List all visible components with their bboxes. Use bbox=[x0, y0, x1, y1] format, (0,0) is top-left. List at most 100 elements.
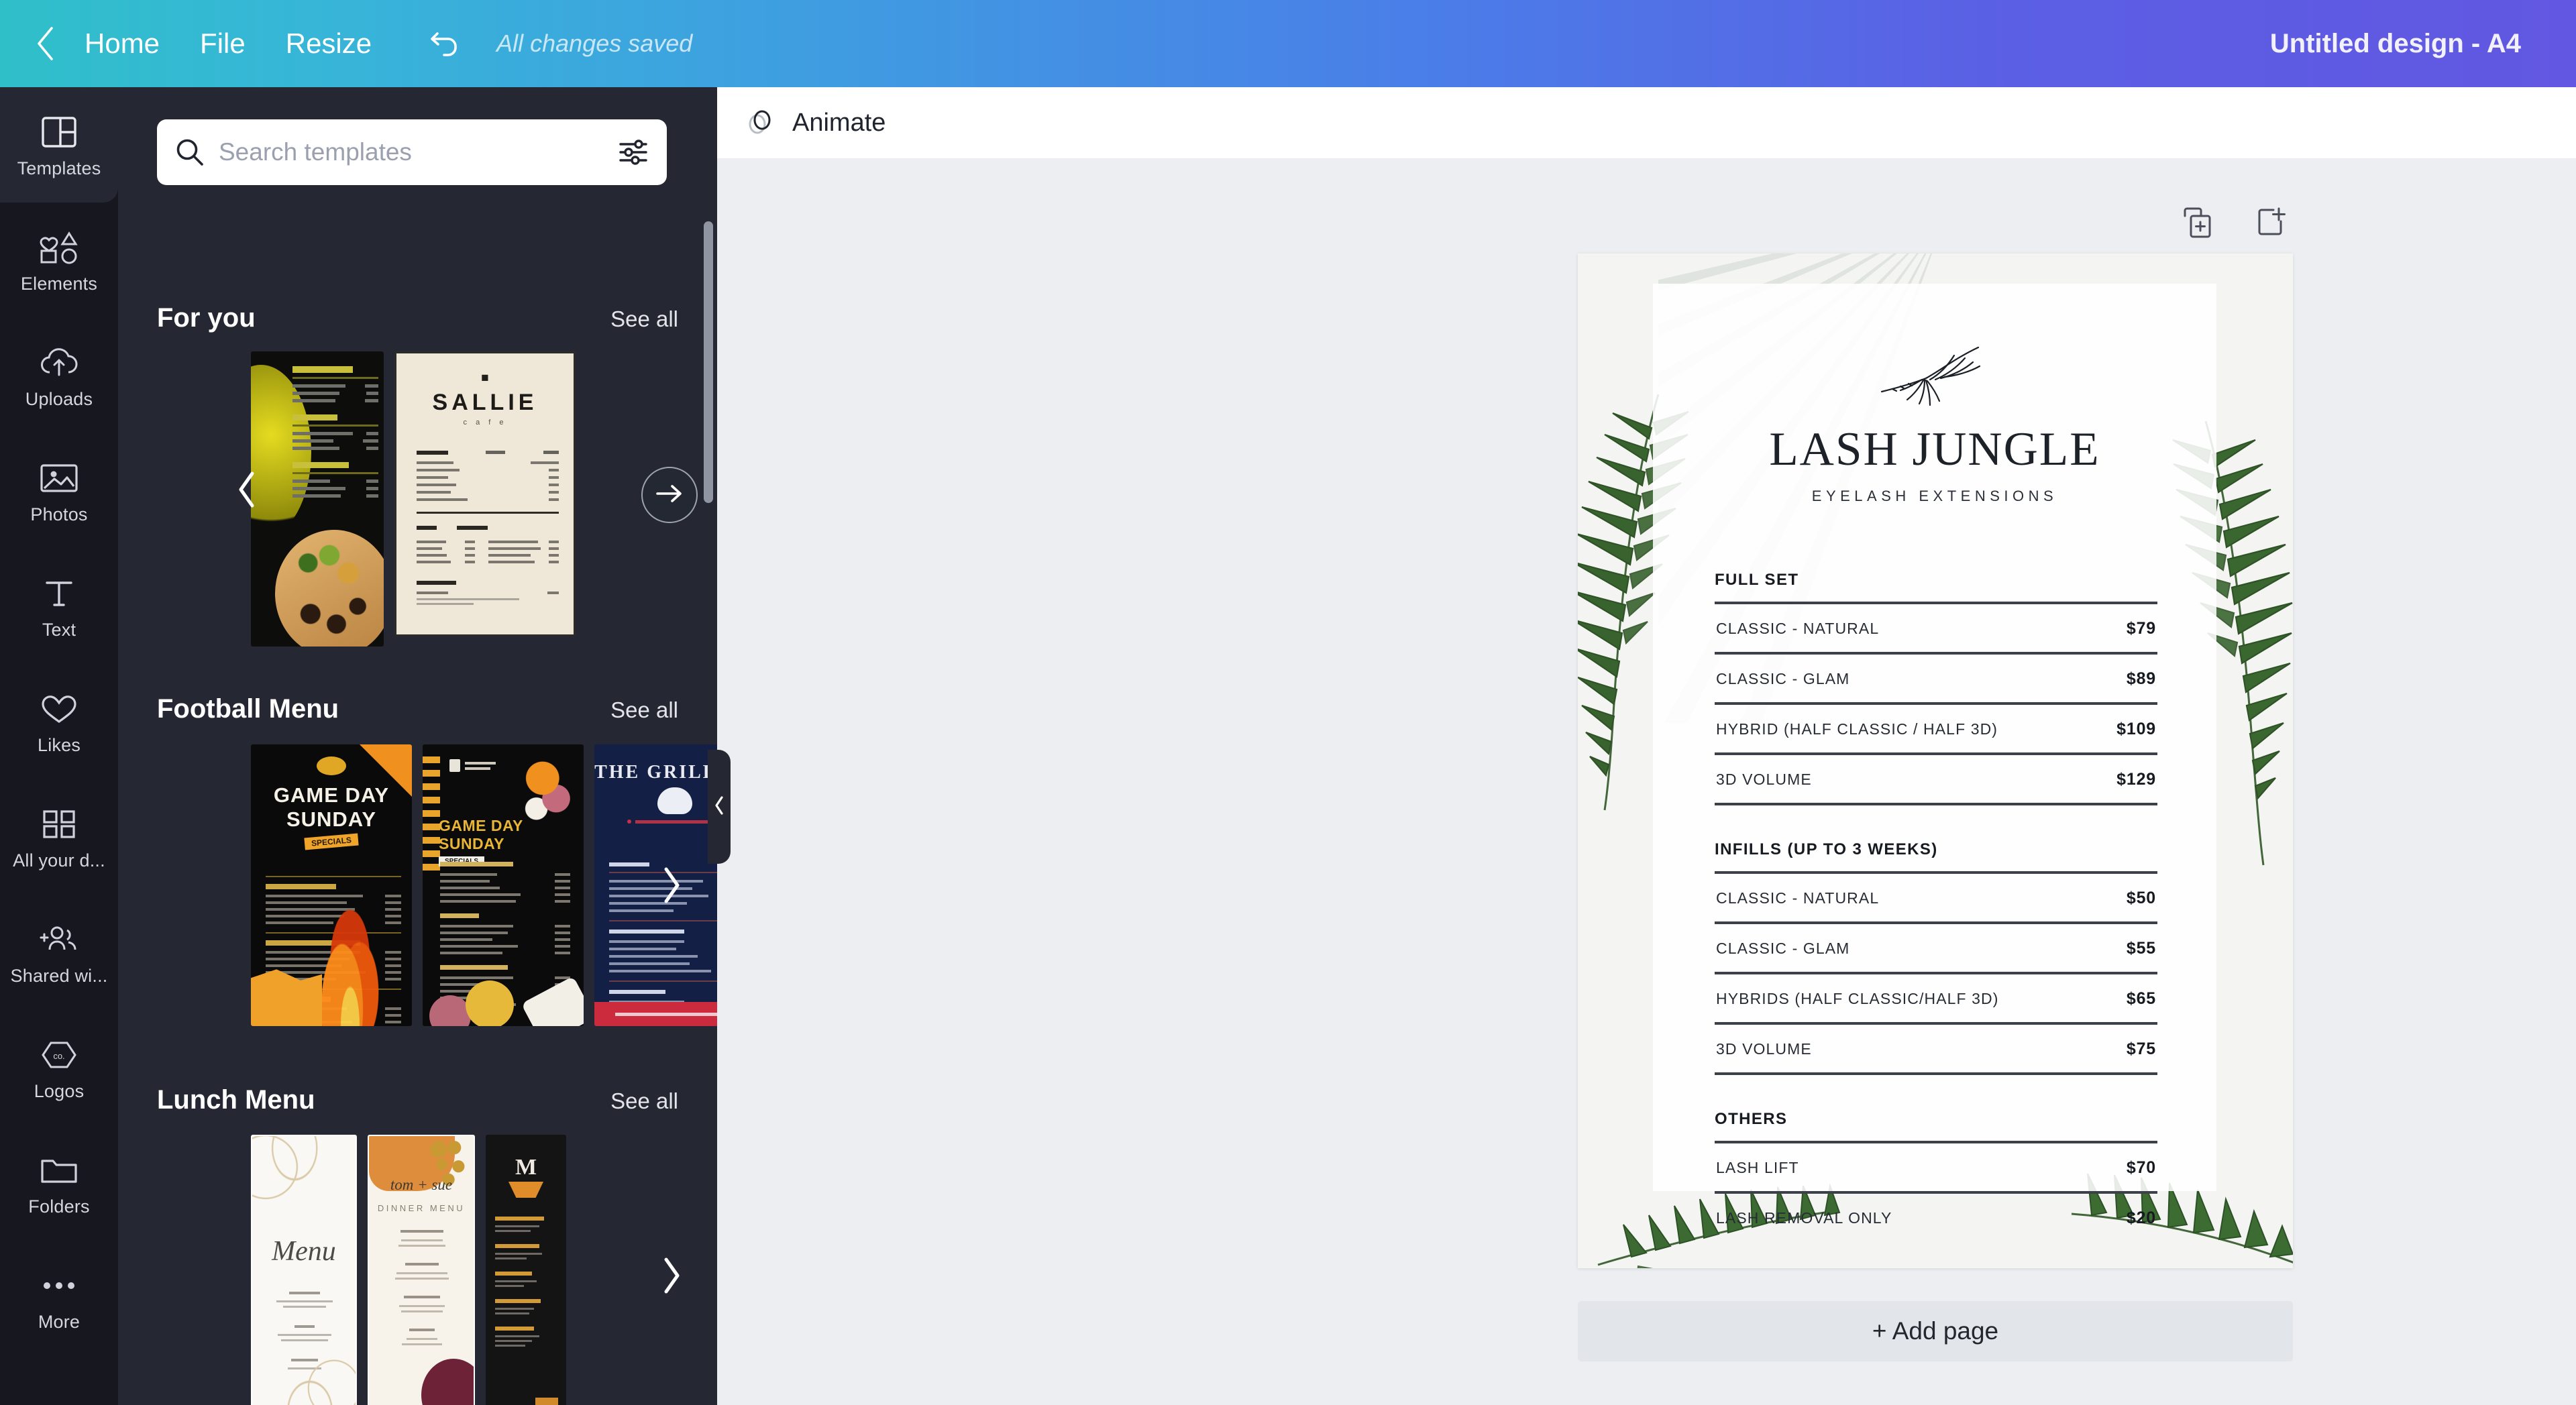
section-header-for-you: For you See all bbox=[118, 303, 717, 333]
sidebar-item-label: Uploads bbox=[25, 388, 93, 409]
price-row: LASH REMOVAL ONLY $20 bbox=[1715, 1194, 2157, 1241]
back-button[interactable] bbox=[25, 26, 64, 61]
editor-toolbar: Animate bbox=[717, 87, 2576, 158]
sidebar-item-elements[interactable]: Elements bbox=[0, 203, 118, 318]
price-row: CLASSIC - GLAM $89 bbox=[1715, 655, 2157, 702]
sidebar-item-label: Logos bbox=[34, 1080, 85, 1101]
duplicate-page-icon bbox=[2180, 205, 2214, 243]
animate-icon bbox=[745, 105, 777, 141]
template-thumbnail[interactable]: GAME DAY SUNDAY SPECIALS bbox=[251, 744, 412, 1026]
price-item-price: $55 bbox=[2126, 939, 2156, 958]
chevron-right-icon bbox=[655, 482, 684, 508]
price-row: CLASSIC - NATURAL $79 bbox=[1715, 604, 2157, 652]
carousel-next-football-menu[interactable] bbox=[661, 866, 682, 907]
add-page-label: + Add page bbox=[1872, 1317, 1999, 1345]
template-thumbnail[interactable]: ■ SALLIE c a f e bbox=[394, 351, 576, 636]
price-item-price: $50 bbox=[2126, 889, 2156, 907]
search-input[interactable] bbox=[219, 138, 619, 166]
sidebar-item-all-your-designs[interactable]: All your d... bbox=[0, 779, 118, 895]
sidebar-item-shared-with-you[interactable]: Shared wi... bbox=[0, 895, 118, 1010]
resize-button[interactable]: Resize bbox=[266, 27, 392, 60]
carousel-next-for-you[interactable] bbox=[641, 467, 698, 523]
price-item-price: $129 bbox=[2116, 770, 2156, 789]
price-row: CLASSIC - NATURAL $50 bbox=[1715, 874, 2157, 921]
sidebar-item-label: Text bbox=[42, 619, 76, 640]
heart-icon bbox=[40, 688, 78, 730]
brand-tagline: EYELASH EXTENSIONS bbox=[1811, 488, 2058, 504]
filter-sliders-icon[interactable] bbox=[619, 138, 648, 166]
divider bbox=[1715, 1072, 2157, 1075]
brand-lockup: LASH JUNGLE EYELASH EXTENSIONS bbox=[1653, 334, 2216, 505]
home-button[interactable]: Home bbox=[64, 27, 180, 60]
template-thumbnail[interactable]: tom + sue DINNER MENU bbox=[368, 1135, 475, 1405]
svg-text:co.: co. bbox=[53, 1051, 64, 1061]
panel-collapse-handle[interactable] bbox=[708, 750, 731, 864]
add-page-icon bbox=[2253, 205, 2288, 243]
price-item-price: $20 bbox=[2126, 1209, 2156, 1227]
logo-hex-icon: co. bbox=[40, 1034, 78, 1076]
sidebar-item-folders[interactable]: Folders bbox=[0, 1125, 118, 1241]
carousel-prev-for-you[interactable] bbox=[236, 471, 256, 512]
search-bar[interactable] bbox=[157, 119, 667, 185]
price-section-label: OTHERS bbox=[1715, 1110, 1788, 1128]
sidebar-item-label: Likes bbox=[37, 734, 81, 755]
template-thumbnail[interactable]: THE GRILL GA bbox=[594, 744, 717, 1026]
menu-card: LASH JUNGLE EYELASH EXTENSIONS FULL SET … bbox=[1653, 284, 2216, 1227]
brand-name: LASH JUNGLE bbox=[1769, 423, 2100, 475]
template-thumbnail[interactable]: GAME DAY SUNDAY SPECIALS bbox=[423, 744, 584, 1026]
design-canvas[interactable]: LASH JUNGLE EYELASH EXTENSIONS FULL SET … bbox=[1578, 254, 2293, 1268]
divider bbox=[1715, 803, 2157, 805]
sidebar-item-templates[interactable]: Templates bbox=[0, 87, 118, 203]
price-section: FULL SET CLASSIC - NATURAL $79 CLASSIC -… bbox=[1715, 571, 2157, 805]
undo-button[interactable] bbox=[412, 26, 479, 62]
elements-icon bbox=[40, 227, 78, 268]
price-row: 3D VOLUME $75 bbox=[1715, 1025, 2157, 1072]
price-section-label: FULL SET bbox=[1715, 571, 1799, 589]
carousel-next-lunch-menu[interactable] bbox=[661, 1257, 682, 1298]
price-item-name: HYBRIDS (HALF CLASSIC/HALF 3D) bbox=[1716, 990, 1999, 1007]
see-all-link[interactable]: See all bbox=[610, 1088, 678, 1114]
price-item-price: $79 bbox=[2126, 619, 2156, 638]
price-item-name: CLASSIC - NATURAL bbox=[1716, 889, 1880, 907]
sidebar-item-photos[interactable]: Photos bbox=[0, 433, 118, 549]
sidebar-item-more[interactable]: More bbox=[0, 1241, 118, 1356]
chevron-right-icon bbox=[661, 866, 682, 907]
price-item-name: CLASSIC - NATURAL bbox=[1716, 620, 1880, 637]
file-menu-button[interactable]: File bbox=[180, 27, 266, 60]
price-item-name: CLASSIC - GLAM bbox=[1716, 940, 1850, 957]
save-status: All changes saved bbox=[496, 30, 693, 57]
template-thumbnail[interactable]: Menu bbox=[251, 1135, 357, 1405]
see-all-link[interactable]: See all bbox=[610, 306, 678, 332]
price-section: OTHERS LASH LIFT $70 LASH REMOVAL ONLY $… bbox=[1715, 1110, 2157, 1241]
price-item-name: LASH REMOVAL ONLY bbox=[1716, 1209, 1892, 1227]
animate-button[interactable]: Animate bbox=[745, 105, 885, 141]
chevron-right-icon bbox=[661, 1257, 682, 1298]
price-item-price: $70 bbox=[2126, 1158, 2156, 1177]
sidebar-item-text[interactable]: Text bbox=[0, 549, 118, 664]
text-icon bbox=[43, 573, 75, 614]
sidebar-item-logos[interactable]: co. Logos bbox=[0, 1010, 118, 1125]
price-item-price: $65 bbox=[2126, 989, 2156, 1008]
sidebar-item-likes[interactable]: Likes bbox=[0, 664, 118, 779]
template-thumbnail[interactable]: M bbox=[486, 1135, 566, 1405]
template-thumbnail[interactable] bbox=[251, 351, 384, 647]
left-rail: Templates Elements Uploads Photos Text L… bbox=[0, 87, 118, 1405]
design-title[interactable]: Untitled design - A4 bbox=[2270, 29, 2521, 59]
add-page-bar-button[interactable]: + Add page bbox=[1578, 1301, 2293, 1361]
carousel-lunch-menu: Menu tom + sue DINNER MENU M bbox=[118, 1135, 717, 1405]
see-all-link[interactable]: See all bbox=[610, 697, 678, 723]
price-item-price: $75 bbox=[2126, 1039, 2156, 1058]
thumbnail-strip: GAME DAY SUNDAY SPECIALS GAME DAY SUNDAY… bbox=[118, 744, 717, 1026]
price-item-name: 3D VOLUME bbox=[1716, 1040, 1812, 1058]
sidebar-item-label: Shared wi... bbox=[10, 965, 108, 986]
price-section-label: INFILLS (UP TO 3 WEEKS) bbox=[1715, 840, 1938, 858]
add-page-button[interactable] bbox=[2253, 205, 2288, 243]
sidebar-item-uploads[interactable]: Uploads bbox=[0, 318, 118, 433]
animate-label: Animate bbox=[792, 108, 886, 137]
upload-cloud-icon bbox=[40, 342, 78, 384]
duplicate-page-button[interactable] bbox=[2180, 205, 2214, 243]
price-item-name: HYBRID (HALF CLASSIC / HALF 3D) bbox=[1716, 720, 1998, 738]
undo-icon bbox=[428, 26, 463, 62]
chevron-left-icon bbox=[236, 471, 256, 512]
sidebar-item-label: Templates bbox=[17, 158, 101, 178]
